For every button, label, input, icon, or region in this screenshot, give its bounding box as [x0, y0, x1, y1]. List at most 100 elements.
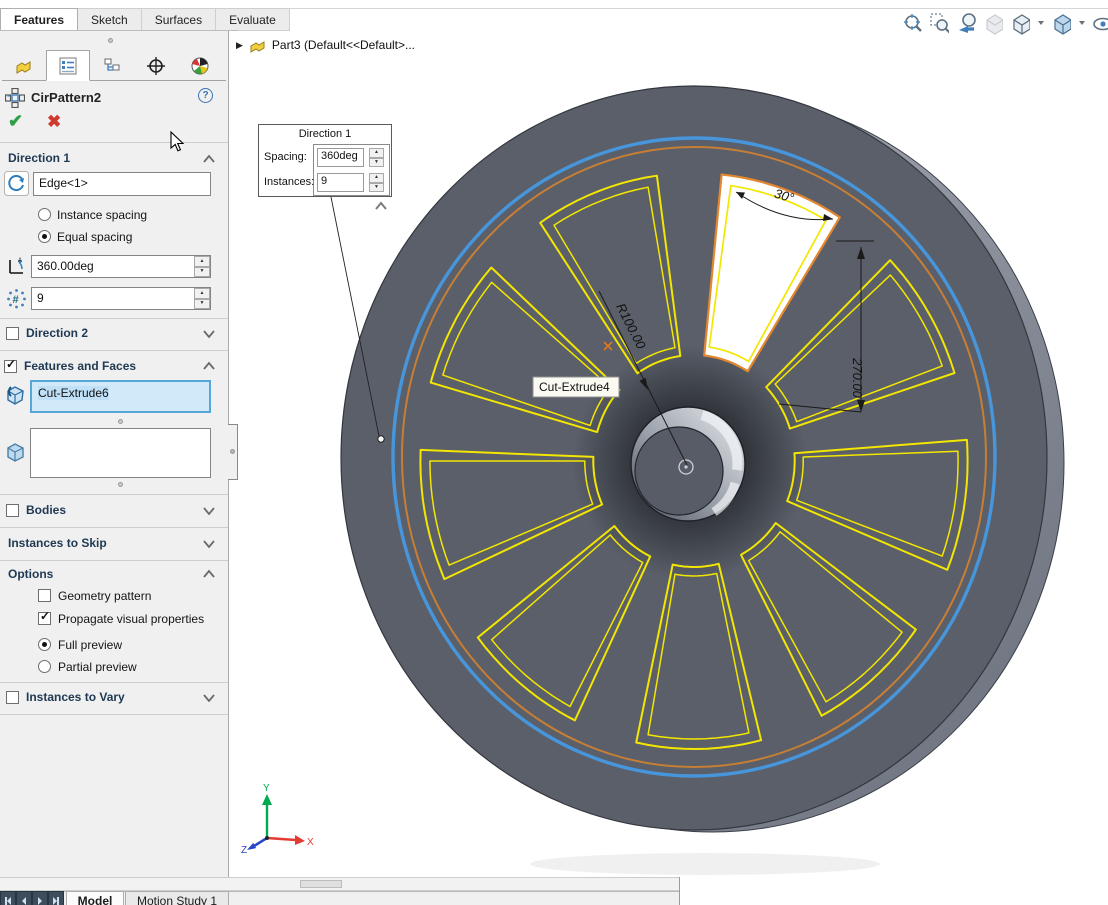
angle-spinner[interactable]: ▲▼ — [194, 256, 210, 277]
callout-leader-anchor[interactable] — [378, 436, 384, 442]
separator — [0, 527, 228, 528]
instance-count-field[interactable]: 9 ▲▼ — [31, 287, 211, 310]
first-frame-button[interactable] — [0, 891, 16, 905]
angle-icon: A — [6, 256, 27, 277]
callout-title: Direction 1 — [259, 128, 391, 140]
tree-expander-icon[interactable]: ▶ — [236, 40, 243, 51]
collapse-chevron-icon[interactable] — [202, 569, 216, 579]
feature-tree-flyout[interactable]: ▶ Part3 (Default<<Default>... — [236, 37, 415, 53]
instance-count-spinner[interactable]: ▲▼ — [194, 288, 210, 309]
animation-nav-buttons — [0, 891, 64, 905]
separator — [0, 350, 228, 351]
tab-feature-manager-design-tree[interactable] — [2, 50, 46, 81]
tab-display-manager[interactable] — [178, 50, 222, 81]
property-manager-title: CirPattern2 — [31, 90, 101, 105]
direction1-callout[interactable]: Direction 1 Spacing: 360deg ▲▼ Instances… — [258, 124, 392, 197]
instances-to-skip-header[interactable]: Instances to Skip — [8, 536, 107, 550]
collapse-chevron-icon[interactable] — [202, 154, 216, 164]
callout-collapse-chevron-icon[interactable] — [374, 201, 388, 211]
callout-spacing-label: Spacing: — [264, 151, 307, 163]
view-orientation-caret-icon[interactable] — [1037, 19, 1044, 27]
panel-collapse-handle[interactable] — [108, 38, 113, 43]
wheel-shadow — [530, 853, 880, 875]
tab-dimxpert-manager[interactable] — [134, 50, 178, 81]
list-resize-handle[interactable] — [118, 419, 123, 424]
pattern-angle-field[interactable]: 360.00deg ▲▼ — [31, 255, 211, 278]
direction2-checkbox[interactable] — [6, 327, 19, 340]
scrollbar-thumb[interactable] — [300, 880, 342, 888]
display-manager-icon — [190, 56, 210, 76]
geometry-pattern-checkbox[interactable] — [38, 589, 51, 602]
tab-surfaces[interactable]: Surfaces — [142, 8, 216, 31]
expand-chevron-icon[interactable] — [202, 692, 216, 702]
next-frame-button[interactable] — [32, 891, 48, 905]
triad-z-label: Z — [241, 845, 247, 856]
features-faces-checkbox[interactable]: ✓ — [4, 360, 17, 373]
tab-sketch[interactable]: Sketch — [78, 8, 142, 31]
instance-spacing-label[interactable]: Instance spacing — [57, 208, 147, 222]
mouse-cursor — [170, 131, 186, 153]
separator — [0, 560, 228, 561]
pattern-axis-field[interactable]: Edge<1> — [33, 172, 211, 196]
dimxpert-icon — [146, 56, 166, 76]
equal-spacing-label[interactable]: Equal spacing — [57, 230, 132, 244]
property-manager-icon — [58, 56, 78, 76]
full-preview-label[interactable]: Full preview — [58, 638, 122, 652]
full-preview-radio[interactable] — [38, 638, 51, 651]
direction1-header[interactable]: Direction 1 — [8, 151, 70, 165]
display-style-caret-icon[interactable] — [1078, 19, 1085, 27]
callout-spacing-spinner[interactable]: ▲▼ — [369, 148, 384, 167]
direction2-header[interactable]: Direction 2 — [26, 326, 88, 340]
separator — [0, 142, 228, 143]
collapse-chevron-icon[interactable] — [202, 361, 216, 371]
callout-instances-spinner[interactable]: ▲▼ — [369, 173, 384, 192]
propagate-visual-checkbox[interactable]: ✓ — [38, 612, 51, 625]
pattern-angle-value: 360.00deg — [37, 259, 94, 273]
separator — [0, 682, 228, 683]
faces-list[interactable] — [30, 428, 211, 478]
list-resize-handle[interactable] — [118, 482, 123, 487]
tab-property-manager[interactable] — [46, 50, 90, 81]
expand-chevron-icon[interactable] — [202, 328, 216, 338]
equal-spacing-radio[interactable] — [38, 230, 51, 243]
instances-to-vary-checkbox[interactable] — [6, 691, 19, 704]
ok-button[interactable]: ✔ — [8, 111, 23, 132]
expand-chevron-icon[interactable] — [202, 505, 216, 515]
tab-configuration-manager[interactable] — [90, 50, 134, 81]
bodies-checkbox[interactable] — [6, 504, 19, 517]
tab-motion-study[interactable]: Motion Study 1 — [125, 891, 229, 905]
bodies-header[interactable]: Bodies — [26, 503, 66, 517]
feature-tooltip: Cut-Extrude4 — [533, 377, 619, 397]
callout-spacing-field[interactable]: 360deg — [317, 148, 364, 167]
callout-instances-field[interactable]: 9 — [317, 173, 364, 192]
options-header[interactable]: Options — [8, 567, 53, 581]
dimension-length-text: 270.00 — [850, 357, 865, 399]
help-icon[interactable]: ? — [198, 88, 213, 103]
previous-frame-button[interactable] — [16, 891, 32, 905]
part-icon — [14, 56, 34, 76]
tab-model[interactable]: Model — [66, 891, 124, 905]
separator — [0, 714, 228, 715]
tab-evaluate[interactable]: Evaluate — [216, 8, 290, 31]
faces-to-pattern-icon — [4, 440, 27, 463]
features-list-item[interactable]: Cut-Extrude6 — [38, 386, 109, 400]
partial-preview-label[interactable]: Partial preview — [58, 660, 137, 674]
expand-chevron-icon[interactable] — [202, 538, 216, 548]
command-manager-tabs: Features Sketch Surfaces Evaluate — [0, 8, 290, 31]
triad-x-label: X — [307, 837, 314, 848]
partial-preview-radio[interactable] — [38, 660, 51, 673]
feature-tooltip-text: Cut-Extrude4 — [539, 380, 610, 394]
geometry-pattern-label[interactable]: Geometry pattern — [58, 589, 151, 603]
instance-spacing-radio[interactable] — [38, 208, 51, 221]
cancel-button[interactable]: ✖ — [47, 112, 61, 132]
features-faces-header[interactable]: Features and Faces — [24, 359, 136, 373]
instances-to-vary-header[interactable]: Instances to Vary — [26, 690, 125, 704]
horizontal-scrollbar[interactable] — [0, 877, 679, 891]
separator — [0, 494, 228, 495]
tab-features[interactable]: Features — [0, 8, 78, 31]
propagate-visual-label[interactable]: Propagate visual properties — [58, 612, 204, 626]
part-tree-label[interactable]: Part3 (Default<<Default>... — [272, 38, 415, 52]
features-list[interactable]: Cut-Extrude6 — [30, 380, 211, 413]
last-frame-button[interactable] — [48, 891, 64, 905]
hub-boss[interactable] — [631, 407, 745, 521]
